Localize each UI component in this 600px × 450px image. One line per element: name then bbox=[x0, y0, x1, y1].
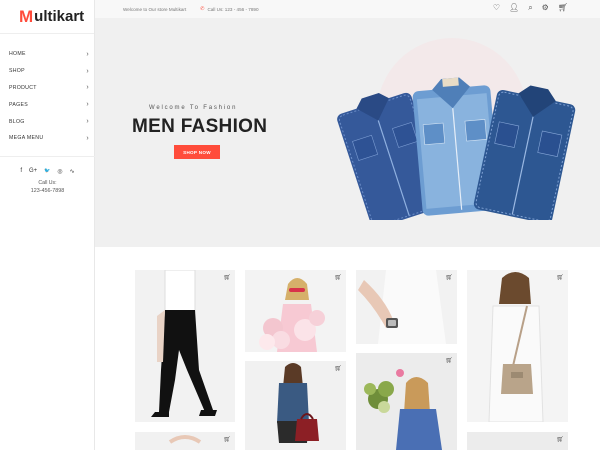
chevron-right-icon: › bbox=[86, 84, 89, 92]
top-bar: Welcome to Our store Multikart ✆ Call Us… bbox=[95, 0, 600, 18]
add-to-cart-icon[interactable]: 🛒︎ bbox=[556, 436, 564, 443]
product-tile[interactable]: 🛒︎ bbox=[135, 270, 235, 422]
product-tile[interactable]: 🛒︎ bbox=[356, 270, 457, 344]
product-image-bag bbox=[277, 363, 319, 443]
product-image-balloons bbox=[259, 278, 325, 352]
sidebar-item-product[interactable]: PRODUCT › bbox=[0, 80, 94, 97]
welcome-text: Welcome to Our store Multikart bbox=[123, 6, 187, 12]
chevron-right-icon: › bbox=[86, 118, 89, 126]
product-tile[interactable]: 🛒︎ bbox=[245, 361, 346, 450]
rss-icon[interactable]: ∿ bbox=[70, 168, 75, 175]
denim-shirts-image bbox=[337, 77, 576, 220]
hero-welcome: Welcome To Fashion bbox=[149, 105, 238, 111]
add-to-cart-icon[interactable]: 🛒︎ bbox=[445, 357, 453, 364]
instagram-icon[interactable]: ◎ bbox=[57, 168, 62, 175]
facebook-icon[interactable]: f bbox=[20, 168, 22, 175]
product-image-watch bbox=[358, 270, 446, 344]
add-to-cart-icon[interactable]: 🛒︎ bbox=[556, 274, 564, 281]
product-tile[interactable]: 🛒︎ bbox=[467, 432, 568, 450]
top-call: ✆ Call Us: 123 - 456 - 7890 bbox=[200, 6, 258, 12]
logo[interactable]: M ultikart bbox=[0, 0, 94, 34]
product-image-handbag bbox=[488, 272, 544, 422]
twitter-icon[interactable]: 🐦 bbox=[44, 168, 50, 175]
product-tile[interactable]: 🛒︎ bbox=[467, 270, 568, 422]
add-to-cart-icon[interactable]: 🛒︎ bbox=[223, 274, 231, 281]
add-to-cart-icon[interactable]: 🛒︎ bbox=[445, 274, 453, 281]
call-label: Call Us: bbox=[38, 180, 57, 186]
search-icon[interactable]: ⌕ bbox=[528, 3, 532, 13]
chevron-right-icon: › bbox=[86, 67, 89, 75]
product-image-black-pants bbox=[151, 270, 217, 417]
product-image bbox=[168, 435, 202, 444]
heart-icon[interactable]: ♡ bbox=[493, 3, 500, 13]
logo-text: ultikart bbox=[34, 8, 85, 25]
chevron-right-icon: › bbox=[86, 101, 89, 109]
user-icon[interactable]: 👤︎ bbox=[509, 3, 519, 13]
chevron-right-icon: › bbox=[86, 50, 89, 58]
page: M ultikart HOME › SHOP › PRODUCT › PAGES › B… bbox=[0, 0, 600, 450]
product-tile[interactable]: 🛒︎ bbox=[135, 432, 235, 450]
sidebar-item-label: MEGA MENU bbox=[9, 135, 44, 142]
sidebar-divider bbox=[0, 156, 95, 157]
add-to-cart-icon[interactable]: 🛒︎ bbox=[334, 274, 342, 281]
sidebar-item-label: PRODUCT bbox=[9, 84, 37, 91]
phone-icon: ✆ bbox=[200, 6, 205, 12]
social-links: f G+ 🐦 ◎ ∿ bbox=[0, 168, 95, 175]
sidebar-item-home[interactable]: HOME › bbox=[0, 46, 94, 63]
sidebar-item-label: BLOG bbox=[9, 118, 25, 125]
product-tile[interactable]: 🛒︎ bbox=[356, 353, 457, 450]
header-icons: ♡ 👤︎ ⌕ ⚙ 🛒︎ bbox=[493, 3, 568, 13]
sidebar-item-shop[interactable]: SHOP › bbox=[0, 63, 94, 80]
chevron-right-icon: › bbox=[86, 134, 89, 142]
sidebar-item-mega-menu[interactable]: MEGA MENU › bbox=[0, 130, 94, 147]
sidebar-item-pages[interactable]: PAGES › bbox=[0, 96, 94, 113]
cart-icon[interactable]: 🛒︎ bbox=[558, 3, 568, 13]
sidebar-item-label: HOME bbox=[9, 51, 26, 58]
sidebar-item-blog[interactable]: BLOG › bbox=[0, 113, 94, 130]
sidebar-item-label: SHOP bbox=[9, 68, 25, 75]
add-to-cart-icon[interactable]: 🛒︎ bbox=[334, 365, 342, 372]
product-tile[interactable]: 🛒︎ bbox=[245, 270, 346, 352]
logo-initial: M bbox=[19, 6, 34, 26]
sidebar: M ultikart HOME › SHOP › PRODUCT › PAGES › B… bbox=[0, 0, 95, 450]
sidebar-item-label: PAGES bbox=[9, 101, 28, 108]
sidebar-menu: HOME › SHOP › PRODUCT › PAGES › BLOG › MEGA M… bbox=[0, 46, 94, 147]
google-plus-icon[interactable]: G+ bbox=[29, 168, 37, 175]
hero-title: MEN FASHION bbox=[132, 116, 268, 137]
settings-icon[interactable]: ⚙ bbox=[542, 3, 549, 13]
product-image-flowers bbox=[364, 369, 442, 450]
call-number: 123-456-7898 bbox=[30, 188, 65, 194]
shop-now-button[interactable]: SHOP NOW bbox=[174, 145, 220, 159]
top-call-text: Call Us: 123 - 456 - 7890 bbox=[207, 6, 259, 12]
hero-banner: Welcome To Fashion MEN FASHION SHOP NOW bbox=[95, 18, 600, 247]
add-to-cart-icon[interactable]: 🛒︎ bbox=[223, 436, 231, 443]
